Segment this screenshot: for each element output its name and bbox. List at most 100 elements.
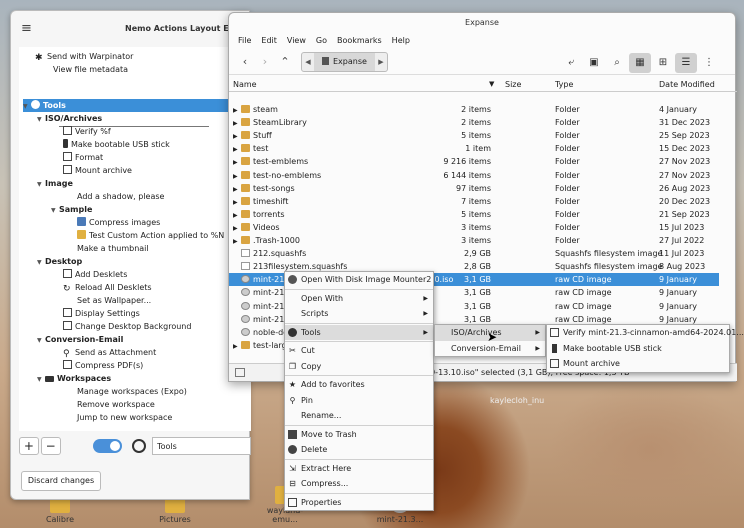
tree-item-display-settings[interactable]: Display Settings	[63, 307, 140, 320]
add-button[interactable]: +	[19, 437, 39, 455]
expander-right-icon[interactable]: ▶	[233, 156, 241, 169]
file-row[interactable]: ▶ torrents 5 items Folder 21 Sep 2023	[229, 208, 719, 221]
enabled-toggle[interactable]	[92, 439, 123, 453]
menu-item-add-favorites[interactable]: ★ Add to favorites	[285, 377, 433, 393]
tree-item-manage-workspaces[interactable]: Manage workspaces (Expo)	[77, 385, 187, 398]
menu-item-tools[interactable]: Tools ▶	[285, 324, 433, 340]
item-name-field[interactable]: Tools	[152, 437, 251, 455]
menu-item-extract-here[interactable]: ⇲ Extract Here	[285, 461, 433, 477]
expander-right-icon[interactable]: ▶	[233, 196, 241, 209]
forward-icon[interactable]: ›	[255, 55, 275, 68]
menu-item-pin[interactable]: ⚲ Pin	[285, 393, 433, 409]
tree-item-workspaces[interactable]: ▼ Workspaces	[37, 372, 111, 385]
expander-down-icon[interactable]: ▼	[51, 204, 59, 217]
menu-item-verify[interactable]: Verify mint-21.3-cinnamon-amd64-2024.01.…	[547, 325, 744, 341]
tree-item-tools[interactable]: ▼ Tools	[23, 99, 251, 112]
tree-item-compress-images[interactable]: Compress images	[77, 216, 160, 229]
expander-right-icon[interactable]: ▶	[233, 143, 241, 156]
menu-item-make-bootable-usb[interactable]: Make bootable USB stick	[547, 341, 729, 357]
tree-item-compress-pdf[interactable]: Compress PDF(s)	[63, 359, 143, 372]
thumbnail-toggle-icon[interactable]: ▦	[629, 53, 651, 73]
tree-item-mount-archive[interactable]: Mount archive	[63, 164, 132, 177]
tree-item-reload-desklets[interactable]: ↻ Reload All Desklets	[63, 281, 152, 294]
menu-go[interactable]: Go	[311, 33, 332, 49]
tree-item-add-shadow[interactable]: Add a shadow, please	[77, 190, 164, 203]
expander-down-icon[interactable]: ▼	[37, 256, 45, 269]
terminal-icon[interactable]: ▣	[583, 53, 605, 73]
breadcrumb-right-icon[interactable]: ▶	[375, 58, 387, 66]
menu-item-copy[interactable]: ❐ Copy	[285, 359, 433, 375]
menu-bookmarks[interactable]: Bookmarks	[332, 33, 387, 49]
menu-item-mount-archive[interactable]: Mount archive	[547, 356, 729, 372]
tree-item-jump-workspace[interactable]: Jump to new workspace	[77, 411, 172, 424]
expander-down-icon[interactable]: ▼	[37, 373, 45, 386]
tree-item-change-background[interactable]: Change Desktop Background	[63, 320, 191, 333]
expander-right-icon[interactable]: ▶	[233, 104, 241, 117]
tree-item-view-metadata[interactable]: View file metadata	[53, 63, 128, 76]
menu-item-open-with[interactable]: Open With ▶	[285, 291, 433, 307]
sidebar-toggle-icon[interactable]	[235, 368, 245, 377]
tree-item-set-wallpaper[interactable]: Set as Wallpaper...	[77, 294, 151, 307]
menu-item-rename[interactable]: Rename...	[285, 408, 433, 424]
icon-view-icon[interactable]: ⊞	[652, 53, 674, 73]
menu-item-delete[interactable]: Delete	[285, 442, 433, 458]
expander-right-icon[interactable]: ▶	[233, 209, 241, 222]
expander-right-icon[interactable]: ▶	[233, 340, 241, 353]
sort-down-icon[interactable]: ▼	[489, 77, 494, 92]
tree-item-test-custom[interactable]: Test Custom Action applied to %N	[77, 229, 224, 242]
file-row[interactable]: ▶ steam 2 items Folder 4 January	[229, 103, 719, 116]
file-row[interactable]: 212.squashfs 2,9 GB Squashfs filesystem im…	[229, 247, 719, 260]
file-row[interactable]: ▶ test-no-emblems 6 144 items Folder 27 Nov …	[229, 169, 719, 182]
tree-item-iso-archives[interactable]: ▼ ISO/Archives	[37, 112, 102, 125]
tree-item-send-warpinator[interactable]: ✱ Send with Warpinator	[35, 50, 133, 63]
expander-down-icon[interactable]: ▼	[37, 178, 45, 191]
expander-right-icon[interactable]: ▶	[233, 235, 241, 248]
file-row[interactable]: ▶ Videos 3 items Folder 15 Jul 2023	[229, 221, 719, 234]
icon-chooser-icon[interactable]	[132, 439, 147, 453]
list-view-icon[interactable]: ☰	[675, 53, 697, 73]
compact-view-icon[interactable]: ⋮	[698, 53, 720, 73]
file-row[interactable]: ▶ SteamLibrary 2 items Folder 31 Dec 2023	[229, 116, 719, 129]
expander-right-icon[interactable]: ▶	[233, 183, 241, 196]
tree-item-send-attachment[interactable]: ⚲ Send as Attachment	[63, 346, 156, 359]
menu-item-move-trash[interactable]: Move to Trash	[285, 427, 433, 443]
file-row[interactable]: ▶ test-songs 97 items Folder 26 Aug 2023	[229, 182, 719, 195]
tree-item-remove-workspace[interactable]: Remove workspace	[77, 398, 155, 411]
tree-item-conversion-email[interactable]: ▼ Conversion-Email	[37, 333, 123, 346]
breadcrumb-location[interactable]: Expanse	[314, 52, 375, 71]
menu-item-properties[interactable]: Properties	[285, 495, 433, 511]
tree-item-format[interactable]: Format	[63, 151, 103, 164]
expander-down-icon[interactable]: ▼	[37, 334, 45, 347]
tree-item-verify[interactable]: Verify %f	[63, 125, 111, 138]
remove-button[interactable]: −	[40, 437, 61, 455]
menu-help[interactable]: Help	[387, 33, 415, 49]
expander-right-icon[interactable]: ▶	[233, 130, 241, 143]
search-icon[interactable]: ⌕	[606, 53, 628, 73]
tree-item-make-thumbnail[interactable]: Make a thumbnail	[77, 242, 149, 255]
tree-item-desktop[interactable]: ▼ Desktop	[37, 255, 82, 268]
menu-item-open-disk-image-mounter[interactable]: Open With Disk Image Mounter2	[285, 272, 433, 288]
breadcrumb-left-icon[interactable]: ◀	[302, 58, 314, 66]
column-type[interactable]: Type	[555, 77, 573, 92]
file-row[interactable]: ▶ test 1 item Folder 15 Dec 2023	[229, 142, 719, 155]
menu-item-compress[interactable]: ⊟ Compress...	[285, 476, 433, 492]
menu-file[interactable]: File	[233, 33, 256, 49]
menu-item-cut[interactable]: ✂ Cut	[285, 343, 433, 359]
column-size[interactable]: Size	[505, 77, 521, 92]
menu-edit[interactable]: Edit	[256, 33, 282, 49]
file-row[interactable]: ▶ test-emblems 9 216 items Folder 27 Nov 202…	[229, 155, 719, 168]
discard-changes-button[interactable]: Discard changes	[21, 471, 101, 491]
tree-item-image[interactable]: ▼ Image	[37, 177, 73, 190]
menu-item-scripts[interactable]: Scripts ▶	[285, 306, 433, 322]
column-modified[interactable]: Date Modified	[659, 77, 715, 92]
tree-item-bootable-usb[interactable]: Make bootable USB stick	[63, 138, 170, 151]
hamburger-menu-icon[interactable]: ≡	[21, 21, 39, 36]
expander-right-icon[interactable]: ▶	[233, 170, 241, 183]
file-row[interactable]: ▶ .Trash-1000 3 items Folder 27 Jul 2022	[229, 234, 719, 247]
expander-right-icon[interactable]: ▶	[233, 222, 241, 235]
tree-item-add-desklets[interactable]: Add Desklets	[63, 268, 127, 281]
expander-down-icon[interactable]: ▼	[23, 100, 31, 113]
file-row[interactable]: ▶ Stuff 5 items Folder 25 Sep 2023	[229, 129, 719, 142]
file-row[interactable]: ▶ timeshift 7 items Folder 20 Dec 2023	[229, 195, 719, 208]
up-icon[interactable]: ⌃	[275, 55, 295, 68]
